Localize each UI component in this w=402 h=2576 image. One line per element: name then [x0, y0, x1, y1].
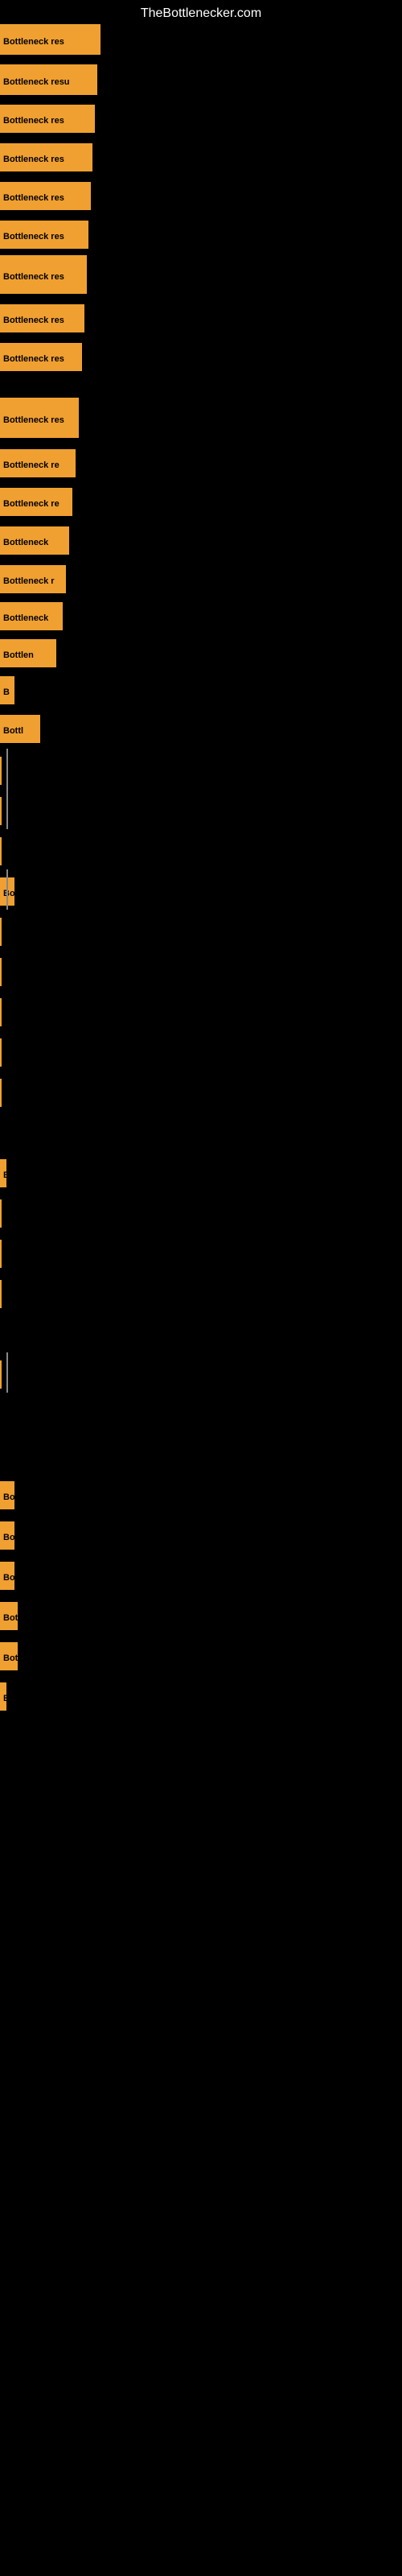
bar-line: [0, 757, 2, 785]
bar-row: Bo: [0, 1562, 16, 1590]
bar-row: Bottleneck res: [0, 182, 92, 210]
bar-label: Bottleneck res: [0, 24, 100, 55]
vertical-line: [6, 749, 8, 829]
bar-row: [0, 998, 3, 1026]
bar-row: [0, 958, 3, 986]
bar-label: Bo: [0, 1521, 14, 1550]
bar-row: B: [0, 676, 16, 704]
bar-label: Bottleneck re: [0, 488, 72, 516]
bar-row: Bo: [0, 1481, 16, 1509]
vertical-line: [6, 1352, 8, 1393]
bar-row: [0, 918, 3, 946]
bar-row: Bottleneck re: [0, 449, 77, 477]
bar-row: [0, 1360, 3, 1389]
bar-label: Bottleneck: [0, 526, 69, 555]
bar-label: Bottleneck res: [0, 304, 84, 332]
bar-line: [0, 797, 2, 825]
vertical-line: [6, 869, 8, 910]
bar-label: Bott: [0, 1642, 18, 1670]
bar-row: Bottleneck: [0, 602, 64, 630]
bar-row: [0, 1038, 3, 1067]
bar-line: [0, 1038, 2, 1067]
bar-row: Bottleneck res: [0, 221, 90, 249]
bar-row: [0, 1199, 3, 1228]
bar-label: Bottleneck resu: [0, 64, 97, 95]
bar-row: Bottleneck: [0, 526, 71, 555]
bar-row: [0, 1240, 3, 1268]
bar-label: Bottleneck re: [0, 449, 76, 477]
bar-line: [0, 958, 2, 986]
bar-line: [0, 1240, 2, 1268]
bar-line: [0, 998, 2, 1026]
bar-row: [0, 1079, 3, 1107]
bar-row: Bottlen: [0, 639, 58, 667]
bar-row: Bot: [0, 1602, 19, 1630]
bar-label: Bottleneck res: [0, 398, 79, 438]
bar-row: [0, 837, 3, 865]
bar-row: Bottl: [0, 715, 42, 743]
bar-row: Bottleneck r: [0, 565, 68, 593]
bar-label: B: [0, 1682, 6, 1711]
bar-label: Bottleneck: [0, 602, 63, 630]
bar-line: [0, 1360, 2, 1389]
bar-line: [0, 837, 2, 865]
bar-row: Bottleneck res: [0, 143, 94, 171]
site-title: TheBottlenecker.com: [0, 0, 402, 27]
bar-row: B: [0, 1682, 8, 1711]
bar-row: [0, 1280, 3, 1308]
bar-row: Bott: [0, 1642, 19, 1670]
bar-line: [0, 1280, 2, 1308]
bar-label: Bottleneck r: [0, 565, 66, 593]
bar-row: Bo: [0, 877, 16, 906]
bar-label: Bottleneck res: [0, 182, 91, 210]
bar-label: Bottleneck res: [0, 143, 92, 171]
bar-row: Bo: [0, 1521, 16, 1550]
bar-label: Bottl: [0, 715, 40, 743]
bar-label: Bottleneck res: [0, 105, 95, 133]
bar-row: Bottleneck res: [0, 304, 86, 332]
bar-line: [0, 1079, 2, 1107]
bar-row: Bottleneck re: [0, 488, 74, 516]
bar-label: B: [0, 676, 14, 704]
bar-row: Bottleneck res: [0, 105, 96, 133]
bar-row: Bottleneck resu: [0, 64, 99, 95]
bar-label: Bo: [0, 1481, 14, 1509]
bar-label: Bo: [0, 1562, 14, 1590]
bar-label: Bot: [0, 1602, 18, 1630]
bar-row: Bottleneck res: [0, 398, 80, 438]
bar-line: [0, 918, 2, 946]
bar-line: [0, 1199, 2, 1228]
bar-row: Bottleneck res: [0, 24, 102, 55]
bar-label: Bottleneck res: [0, 343, 82, 371]
bar-label: Bottleneck res: [0, 221, 88, 249]
bar-row: Bottleneck res: [0, 255, 88, 294]
bar-row: Bottleneck res: [0, 343, 84, 371]
bar-label: Bottleneck res: [0, 255, 87, 294]
bar-label: B: [0, 1159, 6, 1187]
bar-label: Bottlen: [0, 639, 56, 667]
bar-row: [0, 797, 3, 825]
bar-row: B: [0, 1159, 8, 1187]
bar-row: [0, 757, 3, 785]
